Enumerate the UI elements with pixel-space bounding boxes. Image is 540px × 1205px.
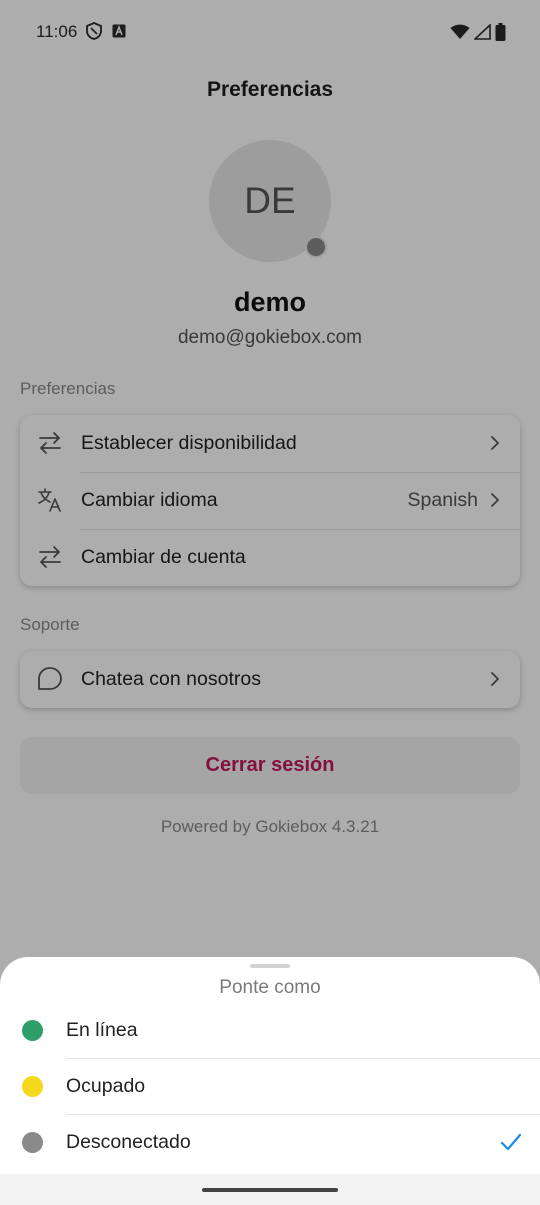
checkmark-icon xyxy=(500,1131,522,1153)
busy-status-dot xyxy=(22,1076,43,1097)
online-status-dot xyxy=(22,1020,43,1041)
status-option-label: Desconectado xyxy=(66,1131,191,1153)
status-option-online[interactable]: En línea xyxy=(0,1003,540,1059)
status-option-busy[interactable]: Ocupado xyxy=(0,1059,540,1115)
system-navigation-bar xyxy=(0,1174,540,1205)
availability-bottom-sheet: Ponte como En línea Ocupado Desconectado xyxy=(0,957,540,1205)
home-gesture-pill[interactable] xyxy=(202,1188,338,1192)
sheet-drag-handle[interactable] xyxy=(250,964,290,968)
sheet-title: Ponte como xyxy=(219,977,321,998)
status-option-offline[interactable]: Desconectado xyxy=(0,1115,540,1171)
status-option-label: En línea xyxy=(66,1019,138,1041)
status-option-label: Ocupado xyxy=(66,1075,146,1097)
offline-status-dot xyxy=(22,1132,43,1153)
